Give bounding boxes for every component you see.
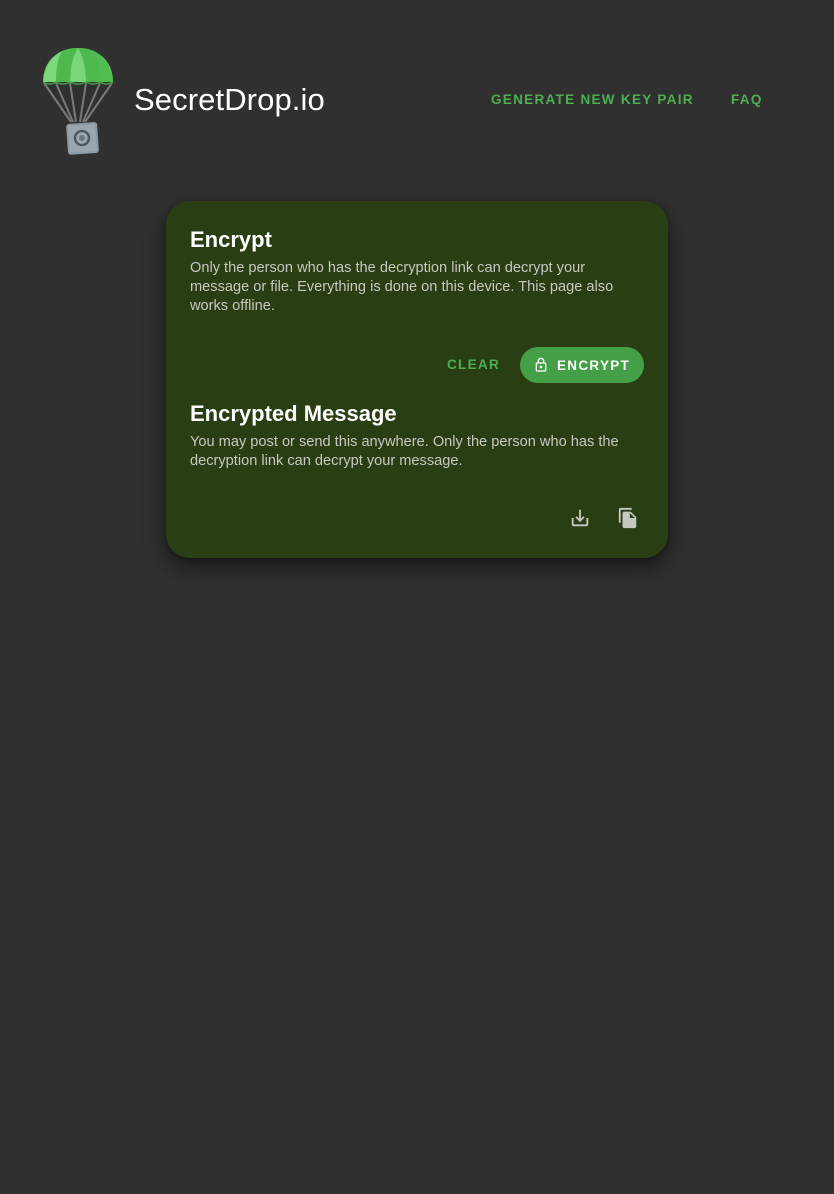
copy-icon [617, 507, 639, 532]
encrypt-title: Encrypt [190, 227, 272, 252]
copy-button[interactable] [614, 505, 642, 533]
encrypt-description: Only the person who has the decryption l… [190, 260, 614, 314]
clear-button[interactable]: CLEAR [434, 353, 513, 377]
brand-title[interactable]: SecretDrop.io [134, 80, 325, 120]
parachute-safe-icon[interactable] [40, 46, 118, 158]
app-header: SecretDrop.io GENERATE NEW KEY PAIR FAQ [0, 0, 834, 200]
generate-key-pair-button[interactable]: GENERATE NEW KEY PAIR [491, 88, 694, 112]
lock-icon [533, 357, 549, 373]
encrypted-message-title: Encrypted Message [190, 401, 397, 426]
download-button[interactable] [566, 505, 594, 533]
download-icon [569, 507, 591, 532]
encrypted-message-description: You may post or send this anywhere. Only… [190, 434, 619, 469]
encrypt-button[interactable]: ENCRYPT [520, 347, 644, 383]
encrypt-card: Encrypt Only the person who has the decr… [166, 201, 668, 558]
faq-button[interactable]: FAQ [731, 88, 763, 112]
encrypt-button-label: ENCRYPT [557, 357, 631, 373]
